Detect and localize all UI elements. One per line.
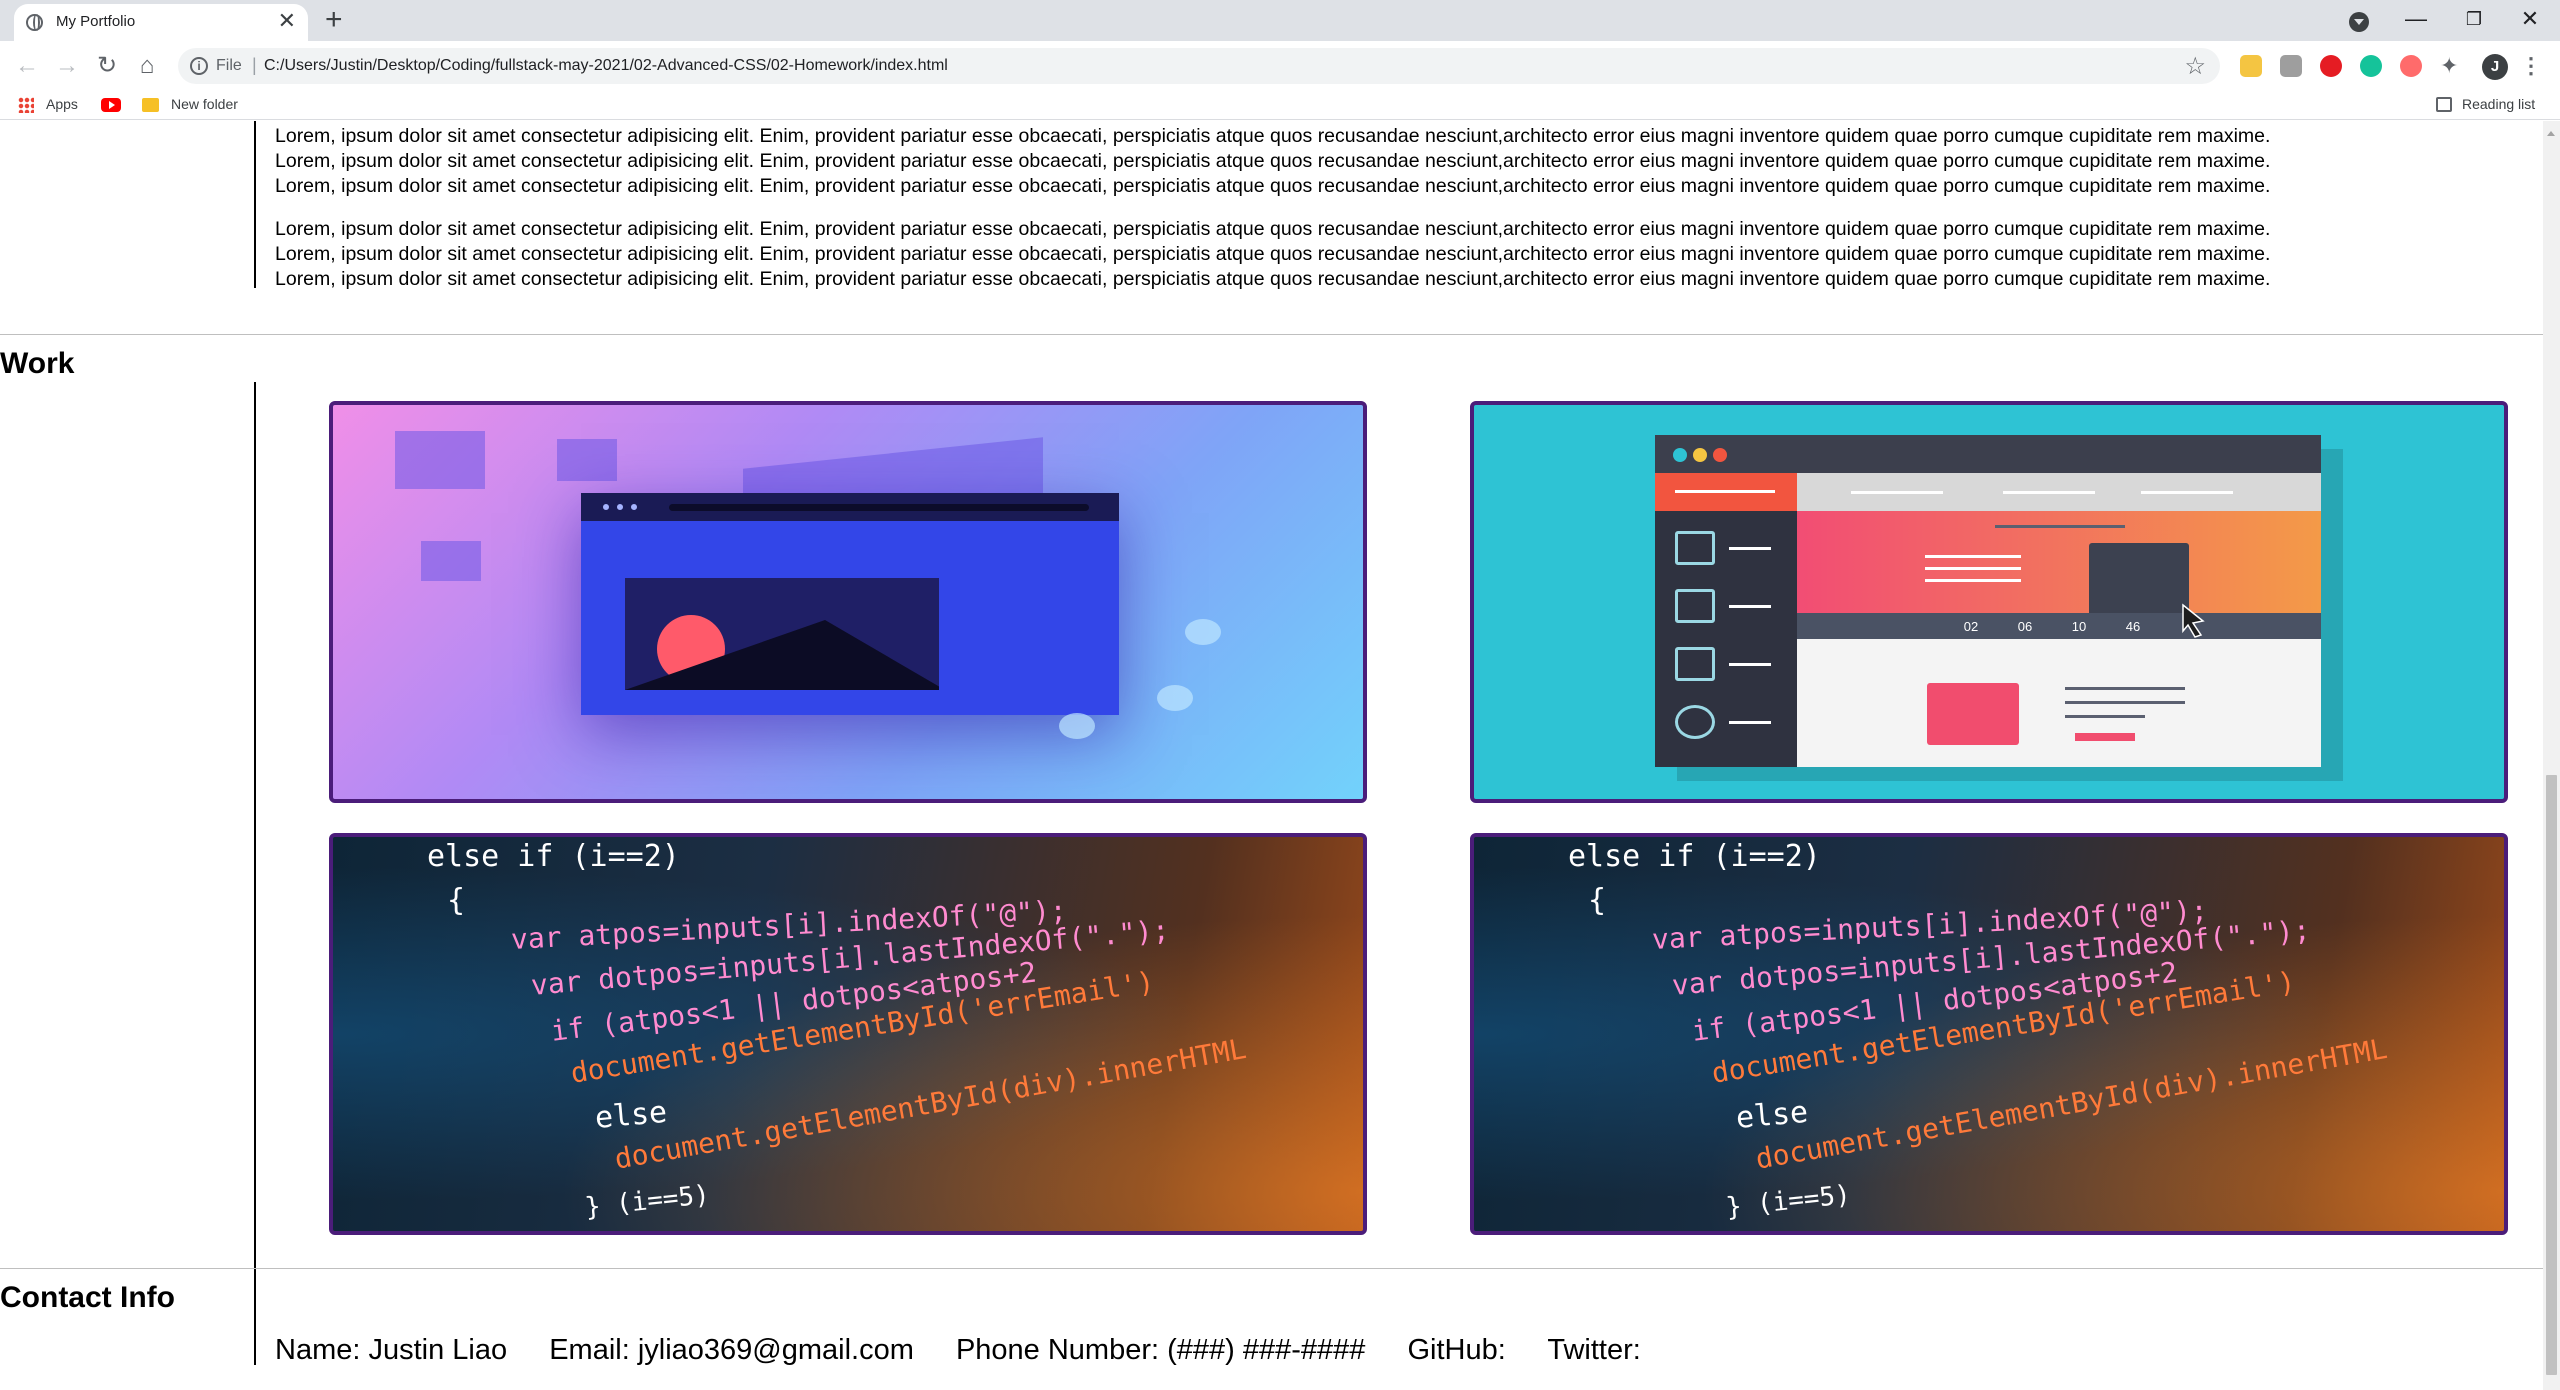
scroll-thumb[interactable]: [2546, 775, 2557, 1375]
extension-icon[interactable]: [2280, 55, 2302, 77]
decor-shape: [421, 541, 481, 581]
work-grid: 02 06 10 46 else if (i==2) {var atpos=i…: [329, 401, 2508, 1356]
contact-email: Email: jyliao369@gmail.com: [549, 1334, 914, 1366]
url-separator: |: [252, 55, 257, 75]
grammarly-icon[interactable]: [2360, 55, 2382, 77]
tab-my-portfolio[interactable]: My Portfolio ✕: [14, 4, 308, 41]
stat-number: 46: [2126, 619, 2140, 634]
mountain-shape: [625, 620, 939, 690]
about-line: Lorem, ipsum dolor sit amet consectetur …: [275, 125, 2271, 147]
image-thumb-illustration: [1927, 683, 2019, 745]
decor-shape: [1185, 619, 1221, 645]
code-line: else if (i==2): [427, 839, 680, 874]
puzzle-icon[interactable]: ✦: [2440, 55, 2462, 77]
code-snippet: else if (i==2) { var atpos=inputs[i].ind…: [1474, 837, 2504, 1231]
contact-info-row: Name: Justin Liao Email: jyliao369@gmail…: [275, 1334, 1675, 1367]
work-heading: Work: [0, 347, 75, 380]
code-line: } (i==5): [1724, 1179, 1853, 1223]
bookmark-apps[interactable]: Apps: [46, 96, 78, 112]
page-viewport: Lorem, ipsum dolor sit amet consectetur …: [0, 121, 2560, 1390]
reading-list-button[interactable]: Reading list: [2462, 96, 2535, 112]
code-line: else: [1734, 1094, 1810, 1136]
work-card-dashboard[interactable]: 02 06 10 46: [1470, 401, 2508, 803]
contact-github[interactable]: GitHub:: [1407, 1334, 1505, 1366]
tab-strip: My Portfolio ✕ + — ❐ ✕: [0, 0, 2560, 41]
contact-heading: Contact Info: [0, 1281, 175, 1314]
stat-number: 06: [2018, 619, 2032, 634]
work-card-web-design[interactable]: [329, 401, 1367, 803]
about-paragraph: Lorem, ipsum dolor sit amet consectetur …: [275, 124, 2515, 199]
youtube-icon[interactable]: [101, 98, 121, 112]
about-line: Lorem, ipsum dolor sit amet consectetur …: [275, 175, 2271, 197]
info-icon[interactable]: i: [190, 57, 208, 75]
stat-number: 02: [1964, 619, 1978, 634]
dashboard-illustration: 02 06 10 46: [1655, 435, 2321, 767]
scroll-up-arrow-icon[interactable]: [2547, 131, 2555, 136]
horizontal-rule: [0, 334, 2543, 335]
tab-search-icon[interactable]: [2349, 12, 2369, 32]
page-scrollbar[interactable]: [2543, 121, 2560, 1390]
browser-toolbar: ← → ↻ ⌂ i File | C:/Users/Justin/Desktop…: [0, 41, 2560, 91]
tab-close-icon[interactable]: ✕: [278, 10, 296, 32]
url-text[interactable]: C:/Users/Justin/Desktop/Coding/fullstack…: [264, 57, 948, 75]
bookmark-star-icon[interactable]: ☆: [2184, 52, 2206, 81]
contact-name: Name: Justin Liao: [275, 1334, 508, 1366]
restore-button[interactable]: ❐: [2454, 2, 2494, 36]
code-line: {: [447, 883, 466, 918]
tab-title: My Portfolio: [56, 13, 136, 30]
content-line: [2065, 687, 2185, 690]
section-divider-line: [254, 121, 256, 288]
image-placeholder-illustration: [625, 578, 939, 690]
apps-grid-icon[interactable]: [18, 97, 34, 113]
address-bar[interactable]: i File | C:/Users/Justin/Desktop/Coding/…: [178, 48, 2220, 84]
stat-number: 10: [2072, 619, 2086, 634]
code-line: else if (i==2): [1568, 839, 1821, 874]
content-line: [2065, 715, 2145, 718]
window-bar: [581, 493, 1119, 521]
decor-shape: [1059, 713, 1095, 739]
about-text: Lorem, ipsum dolor sit amet consectetur …: [275, 124, 2515, 310]
bookmarks-bar: [0, 91, 2560, 120]
section-divider-line: [254, 382, 256, 1365]
contact-twitter[interactable]: Twitter:: [1547, 1334, 1640, 1366]
contact-phone: Phone Number: (###) ###-####: [955, 1334, 1366, 1366]
menu-icon[interactable]: ⋮: [2520, 52, 2542, 80]
folder-icon: [142, 98, 159, 112]
close-window-button[interactable]: ✕: [2510, 2, 2550, 36]
decor-shape: [557, 439, 617, 481]
work-card-code-2[interactable]: else if (i==2) { var atpos=inputs[i].ind…: [1470, 833, 2508, 1235]
url-scheme: File: [216, 57, 242, 74]
about-line: Lorem, ipsum dolor sit amet consectetur …: [275, 218, 2271, 240]
horizontal-rule: [0, 1268, 2543, 1269]
avatar[interactable]: J: [2482, 54, 2508, 80]
globe-icon: [26, 14, 43, 31]
new-tab-button[interactable]: +: [325, 4, 343, 36]
decor-shape: [395, 431, 485, 489]
code-line: } (i==5): [583, 1179, 712, 1223]
reload-button[interactable]: ↻: [90, 49, 124, 83]
code-line: else: [593, 1094, 669, 1136]
extension-icon[interactable]: [2240, 55, 2262, 77]
code-snippet: else if (i==2) { var atpos=inputs[i].ind…: [333, 837, 1363, 1231]
about-paragraph: Lorem, ipsum dolor sit amet consectetur …: [275, 217, 2515, 292]
extension-icon[interactable]: [2400, 55, 2422, 77]
cursor-icon: [2182, 603, 2205, 638]
about-line: Lorem, ipsum dolor sit amet consectetur …: [275, 268, 2271, 290]
reading-list-icon: [2436, 97, 2452, 112]
back-button[interactable]: ←: [10, 49, 44, 83]
home-button[interactable]: ⌂: [130, 49, 164, 83]
work-card-code-1[interactable]: else if (i==2) { var atpos=inputs[i].ind…: [329, 833, 1367, 1235]
forward-button[interactable]: →: [50, 49, 84, 83]
button-illustration: [2075, 733, 2135, 741]
code-line: {: [1588, 883, 1607, 918]
extension-icon[interactable]: [2320, 55, 2342, 77]
about-line: Lorem, ipsum dolor sit amet consectetur …: [275, 243, 2271, 265]
bookmark-new-folder[interactable]: New folder: [171, 96, 238, 112]
about-line: Lorem, ipsum dolor sit amet consectetur …: [275, 150, 2271, 172]
minimize-button[interactable]: —: [2396, 2, 2436, 36]
decor-shape: [1157, 685, 1193, 711]
content-line: [2065, 701, 2185, 704]
